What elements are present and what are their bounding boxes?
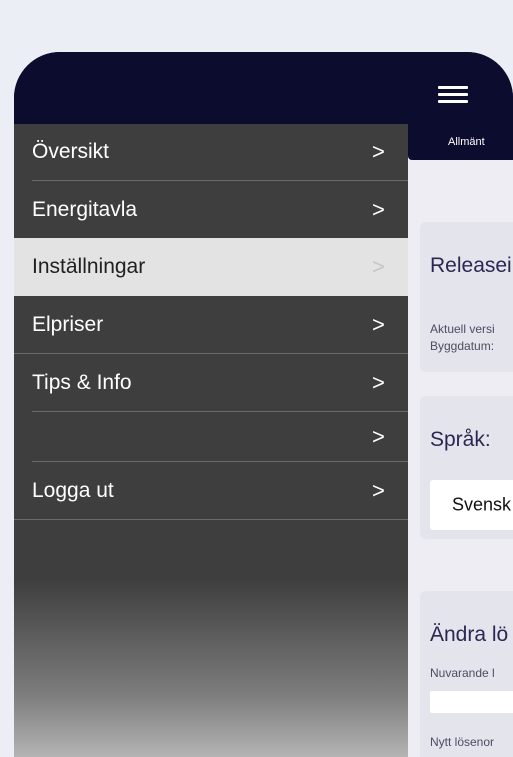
sidebar-item-label: Tips & Info (32, 370, 132, 394)
chevron-right-icon: > (372, 139, 385, 164)
language-select-value: Svensk (452, 494, 512, 515)
top-bar (14, 52, 513, 124)
sidebar-item-empty[interactable]: > (14, 412, 408, 461)
chevron-right-icon: > (372, 311, 385, 337)
sidebar-item-label: Logga ut (32, 478, 114, 502)
sidebar-item-elpriser[interactable]: Elpriser > (14, 296, 408, 353)
current-version-label: Aktuell versi (430, 322, 495, 336)
password-card-title: Ändra lö (430, 623, 509, 646)
release-card: Releasei Aktuell versi Byggdatum: (420, 222, 513, 372)
new-password-label: Nytt lösenor (430, 735, 495, 749)
sidebar-item-logga-ut[interactable]: Logga ut > (14, 462, 408, 519)
password-card: Ändra lö Nuvarande l Nytt lösenor (420, 591, 513, 757)
current-password-label: Nuvarande l (430, 666, 495, 680)
app-window: Översikt > Energitavla > Inställningar >… (14, 52, 513, 757)
sidebar-menu: Översikt > Energitavla > Inställningar >… (14, 124, 408, 757)
language-select[interactable]: Svensk (430, 480, 513, 530)
chevron-right-icon: > (372, 196, 385, 222)
tab-allmant[interactable]: Allmänt (408, 124, 513, 160)
sidebar-item-label: Elpriser (32, 312, 104, 336)
sidebar-item-label: Översikt (32, 140, 110, 163)
release-card-title: Releasei (430, 254, 512, 277)
chevron-right-icon: > (372, 369, 385, 395)
sidebar-item-oversikt[interactable]: Översikt > (14, 124, 408, 180)
sidebar-item-label: Energitavla (32, 197, 138, 221)
language-card: Språk: Svensk (420, 396, 513, 539)
sidebar-item-energitavla[interactable]: Energitavla > (14, 181, 408, 238)
sidebar-item-tips-info[interactable]: Tips & Info > (14, 354, 408, 411)
chevron-right-icon: > (372, 477, 385, 503)
current-password-input[interactable] (430, 691, 513, 713)
hamburger-icon[interactable] (438, 84, 468, 106)
sidebar-item-installningar[interactable]: Inställningar > (14, 238, 408, 296)
chevron-right-icon: > (372, 254, 385, 279)
tab-label: Allmänt (448, 136, 485, 148)
main-content: Allmänt Releasei Aktuell versi Byggdatum… (408, 124, 513, 757)
sidebar-item-label: Inställningar (32, 255, 146, 278)
language-card-title: Språk: (430, 428, 491, 451)
chevron-right-icon: > (372, 423, 385, 449)
divider (14, 519, 408, 520)
build-date-label: Byggdatum: (430, 339, 495, 353)
